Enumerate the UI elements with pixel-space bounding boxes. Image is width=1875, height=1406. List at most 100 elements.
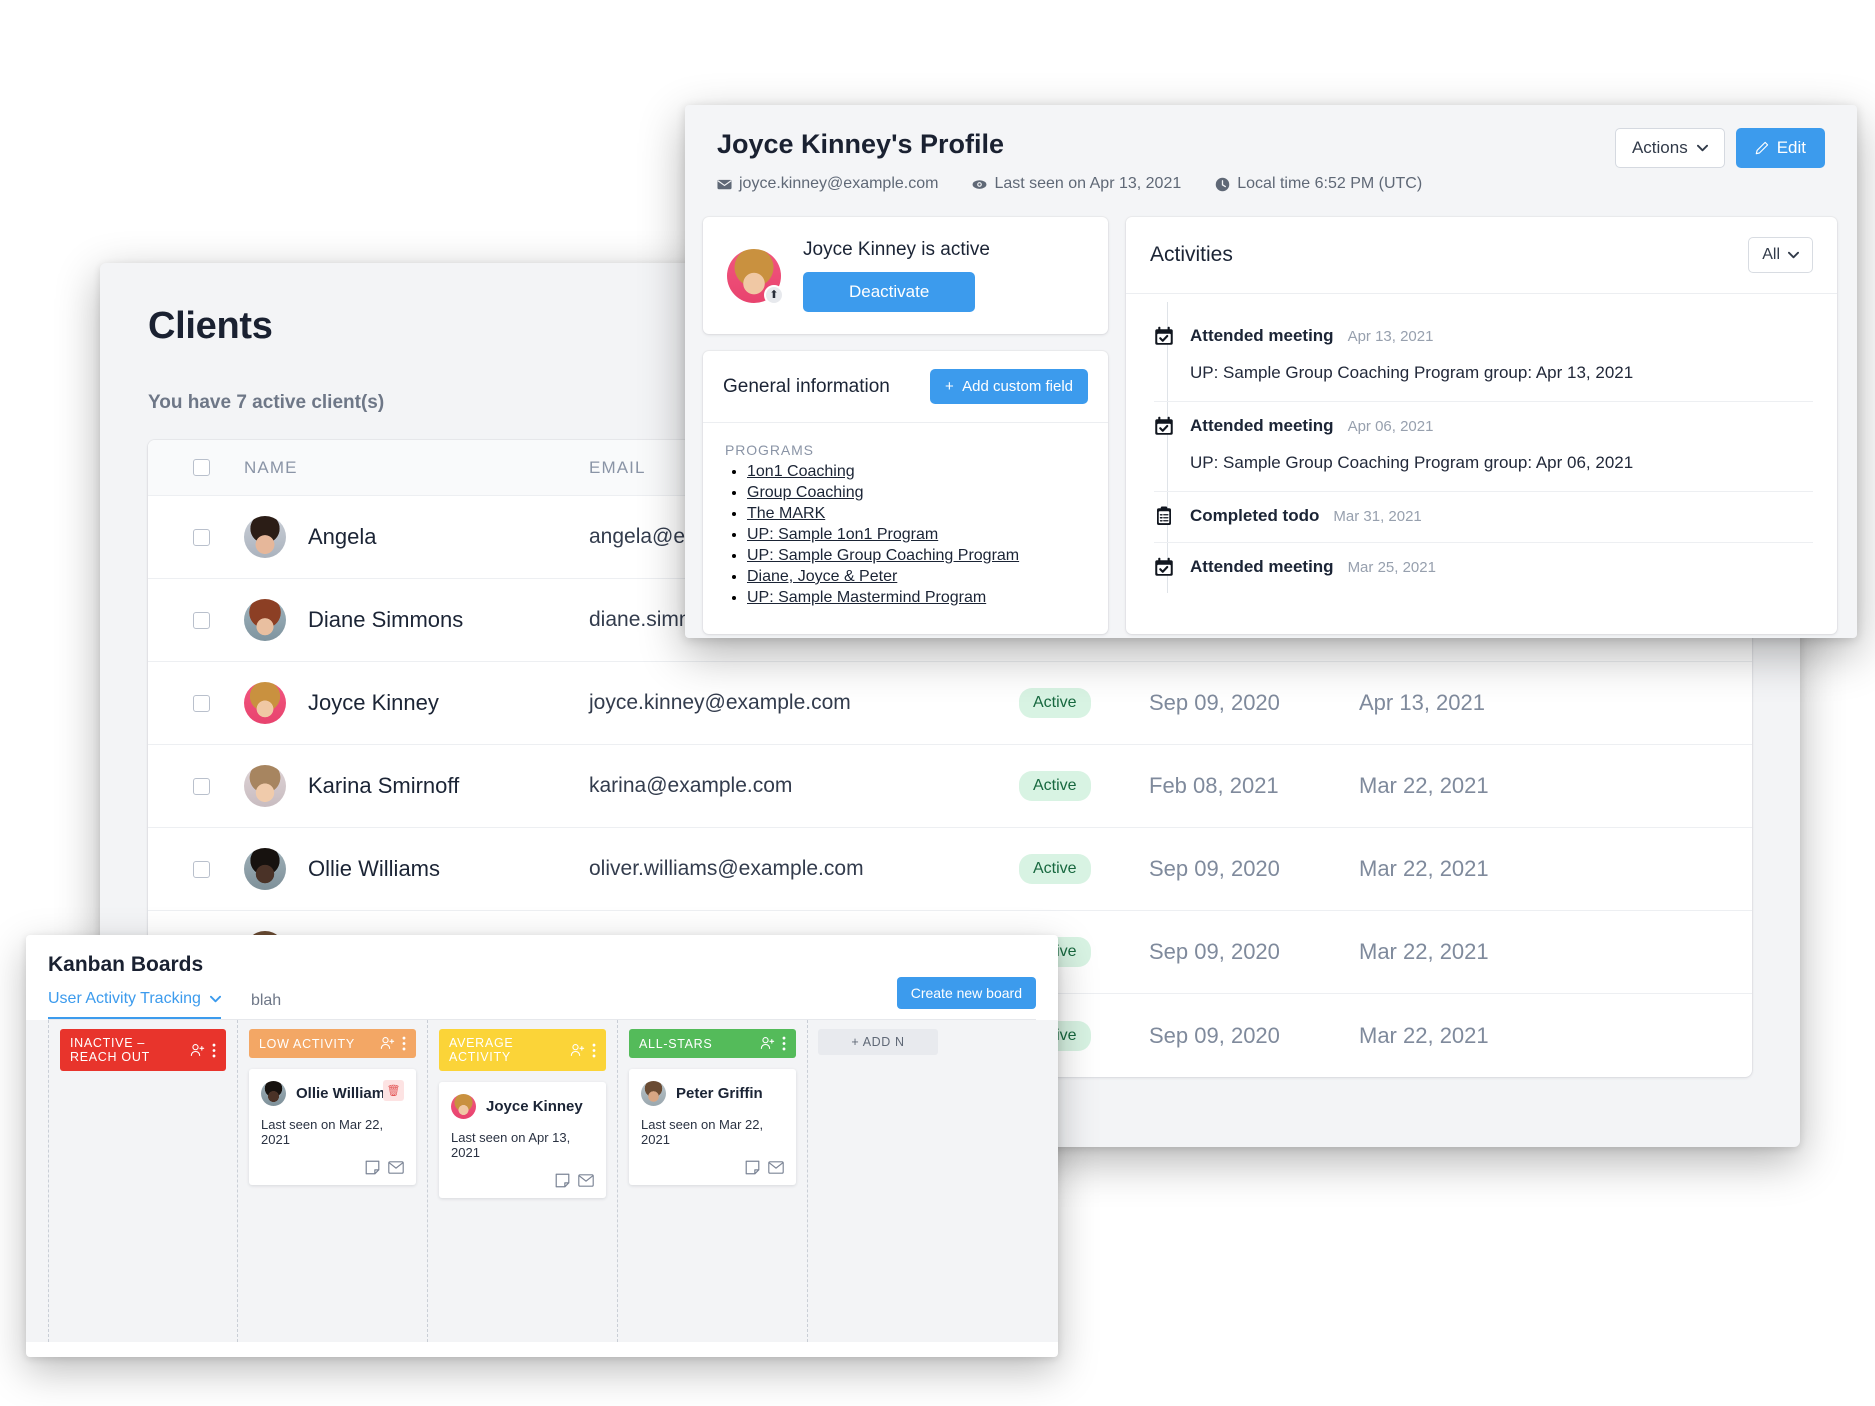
client-name-cell[interactable]: Angela [244,516,589,558]
kanban-tab-1[interactable]: blah [251,992,281,1019]
row-checkbox[interactable] [148,529,244,546]
activities-filter-dropdown[interactable]: All [1748,237,1813,273]
kanban-column-header[interactable]: ALL-STARS [629,1029,796,1058]
row-checkbox[interactable] [148,778,244,795]
client-name-cell[interactable]: Karina Smirnoff [244,765,589,807]
pencil-icon [1755,141,1769,155]
upload-avatar-icon[interactable]: ⬆ [764,285,784,305]
envelope-icon [717,177,732,192]
add-user-icon[interactable] [570,1043,585,1058]
table-row[interactable]: Ollie Williamsoliver.williams@example.co… [148,828,1752,911]
kanban-tab-label: blah [251,992,281,1009]
kanban-card[interactable]: Ollie Williams🗑Last seen on Mar 22, 2021 [249,1069,416,1185]
kanban-column-title: ALL-STARS [639,1037,712,1051]
table-row[interactable]: Joyce Kinneyjoyce.kinney@example.comActi… [148,662,1752,745]
more-options-icon[interactable] [782,1036,786,1051]
program-link[interactable]: 1on1 Coaching [747,463,855,480]
kanban-column: INACTIVE – REACH OUT [48,1020,238,1342]
deactivate-button[interactable]: Deactivate [803,272,975,312]
edit-button-label: Edit [1777,138,1806,158]
client-name: Joyce Kinney [308,690,439,716]
kanban-card-last-seen: Last seen on Mar 22, 2021 [641,1117,784,1147]
program-link[interactable]: Group Coaching [747,484,864,501]
kanban-title: Kanban Boards [48,953,1036,977]
list-item: UP: Sample 1on1 Program [747,526,1086,544]
client-name-cell[interactable]: Ollie Williams [244,848,589,890]
column-header-name[interactable]: NAME [244,458,589,478]
last-seen-date: Apr 13, 2021 [1359,690,1579,716]
program-link[interactable]: UP: Sample 1on1 Program [747,526,938,543]
kanban-column-header[interactable]: AVERAGE ACTIVITY [439,1029,606,1071]
activity-item[interactable]: Completed todoMar 31, 2021 [1154,492,1813,543]
last-seen-date: Mar 22, 2021 [1359,773,1579,799]
kanban-tab-0[interactable]: User Activity Tracking [48,990,221,1019]
client-name-cell[interactable]: Diane Simmons [244,599,589,641]
activity-item[interactable]: Attended meetingMar 25, 2021 [1154,543,1813,593]
status-card: ⬆ Joyce Kinney is active Deactivate [703,217,1108,334]
kanban-column-header[interactable]: LOW ACTIVITY [249,1029,416,1058]
client-email: oliver.williams@example.com [589,857,1019,881]
last-seen-date: Mar 22, 2021 [1359,939,1579,965]
kanban-column: LOW ACTIVITY Ollie Williams🗑Last seen on … [238,1020,428,1342]
kanban-column: ALL-STARS Peter GriffinLast seen on Mar 2… [618,1020,808,1342]
note-icon[interactable] [745,1160,760,1175]
note-icon[interactable] [555,1173,570,1188]
activity-item[interactable]: Attended meetingApr 13, 2021UP: Sample G… [1154,312,1813,402]
activities-filter-label: All [1762,246,1780,264]
status-badge: Active [1019,771,1091,801]
email-icon[interactable] [768,1160,784,1175]
row-checkbox[interactable] [148,612,244,629]
add-user-icon[interactable] [380,1036,395,1051]
delete-card-icon[interactable]: 🗑 [383,1080,404,1101]
chevron-down-icon [1697,144,1708,152]
add-user-icon[interactable] [190,1043,205,1058]
activity-type: Attended meeting [1190,416,1334,436]
email-icon[interactable] [388,1160,404,1175]
kanban-card[interactable]: Peter GriffinLast seen on Mar 22, 2021 [629,1069,796,1185]
row-checkbox[interactable] [148,861,244,878]
program-link[interactable]: The MARK [747,505,825,522]
general-information-card: General information + Add custom field P… [703,351,1108,634]
clock-icon [1215,177,1230,192]
program-link[interactable]: UP: Sample Mastermind Program [747,589,986,606]
signed-up-date: Sep 09, 2020 [1149,856,1359,882]
profile-avatar[interactable]: ⬆ [727,249,781,303]
profile-email-text: joyce.kinney@example.com [739,175,938,193]
more-options-icon[interactable] [402,1036,406,1051]
more-options-icon[interactable] [212,1043,216,1058]
more-options-icon[interactable] [592,1043,596,1058]
list-item: Group Coaching [747,484,1086,502]
table-row[interactable]: Karina Smirnoffkarina@example.comActiveF… [148,745,1752,828]
activities-card: Activities All Attended meetingApr 13, 2… [1126,217,1837,634]
add-custom-field-button[interactable]: + Add custom field [930,369,1088,404]
add-user-icon[interactable] [760,1036,775,1051]
activity-item[interactable]: Attended meetingApr 06, 2021UP: Sample G… [1154,402,1813,492]
kanban-boards-window: Kanban Boards User Activity Tracking blah… [26,935,1058,1357]
edit-button[interactable]: Edit [1736,128,1825,168]
kanban-column-title: AVERAGE ACTIVITY [449,1036,570,1064]
chevron-down-icon [210,995,221,1003]
clipboard-check-icon [1154,506,1174,526]
kanban-column-header[interactable]: INACTIVE – REACH OUT [60,1029,226,1071]
select-all-checkbox[interactable] [148,459,244,476]
note-icon[interactable] [365,1160,380,1175]
kanban-card[interactable]: Joyce KinneyLast seen on Apr 13, 2021 [439,1082,606,1198]
screen: Clients You have 7 active client(s) NAME… [0,0,1875,1406]
program-link[interactable]: Diane, Joyce & Peter [747,568,897,585]
client-name: Angela [308,524,377,550]
kanban-board-tabs: User Activity Tracking blah [48,990,1036,1020]
email-icon[interactable] [578,1173,594,1188]
client-email: karina@example.com [589,774,1019,798]
row-checkbox[interactable] [148,695,244,712]
add-new-column-button[interactable]: + ADD N [818,1029,938,1055]
client-name-cell[interactable]: Joyce Kinney [244,682,589,724]
list-item: 1on1 Coaching [747,463,1086,481]
kanban-card-name: Ollie Williams [296,1085,393,1102]
profile-email-meta: joyce.kinney@example.com [717,175,938,193]
program-link[interactable]: UP: Sample Group Coaching Program [747,547,1019,564]
profile-status-text: Joyce Kinney is active [803,239,990,261]
kanban-column: AVERAGE ACTIVITY Joyce KinneyLast seen on… [428,1020,618,1342]
profile-meta: joyce.kinney@example.com Last seen on Ap… [717,175,1825,193]
create-new-board-button[interactable]: Create new board [897,977,1036,1009]
actions-button[interactable]: Actions [1615,128,1725,168]
